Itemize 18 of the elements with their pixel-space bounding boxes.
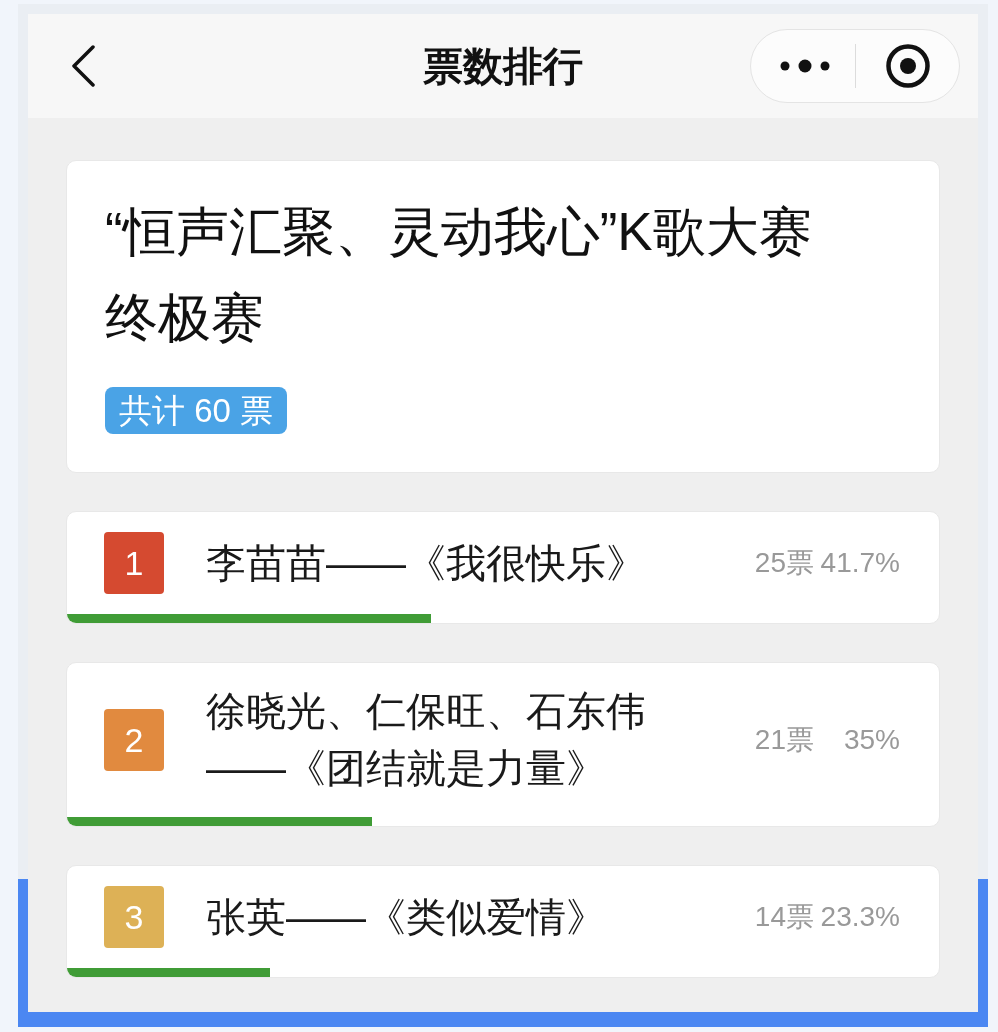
rank-badge: 3	[104, 886, 164, 948]
record-icon[interactable]	[886, 44, 930, 88]
back-icon[interactable]	[70, 45, 96, 87]
contestant-song-text: 徐晓光、仁保旺、石东伟——《团结就是力量》	[206, 688, 647, 792]
rank-badge: 1	[104, 532, 164, 594]
vote-percentage: 41.7%	[819, 549, 900, 577]
vote-count: 25票	[754, 549, 814, 577]
vote-count: 21票	[754, 726, 814, 754]
vote-percentage: 35%	[842, 726, 900, 754]
vote-percentage: 23.3%	[819, 903, 900, 931]
contestant-song-text: 李苗苗——《我很快乐》	[206, 539, 647, 587]
total-votes-badge: 共计 60 票	[105, 387, 288, 434]
more-icon[interactable]	[780, 59, 830, 73]
event-title: “恒声汇聚、灵动我心”K歌大赛终极赛	[105, 201, 813, 349]
vote-count: 14票	[754, 903, 814, 931]
contestant-song-text: 张英——《类似爱情》	[206, 893, 607, 941]
page-title: 票数排行	[423, 46, 583, 86]
rank-badge: 2	[104, 709, 164, 771]
